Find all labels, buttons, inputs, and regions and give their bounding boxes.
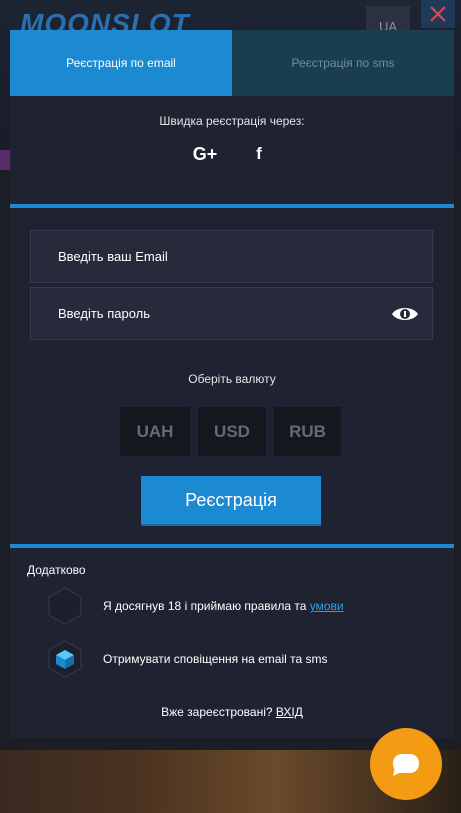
- password-field-wrapper: [30, 287, 433, 340]
- background-accent: [0, 150, 10, 170]
- registration-tabs: Реєстрація по email Реєстрація по sms: [10, 30, 454, 96]
- login-link[interactable]: ВХІД: [276, 705, 303, 719]
- email-field-wrapper: [30, 230, 433, 283]
- email-input[interactable]: [58, 249, 378, 264]
- currency-usd[interactable]: USD: [198, 407, 266, 456]
- terms-checkbox[interactable]: [48, 587, 82, 625]
- password-input[interactable]: [58, 306, 378, 321]
- notify-text: Отримувати сповіщення на email та sms: [103, 652, 328, 666]
- close-button[interactable]: [421, 0, 455, 28]
- currency-label: Оберіть валюту: [188, 372, 276, 386]
- chat-button[interactable]: [370, 728, 442, 800]
- facebook-button[interactable]: f: [245, 142, 273, 166]
- currency-selector: UAH USD RUB: [120, 407, 341, 456]
- currency-rub[interactable]: RUB: [274, 407, 341, 456]
- tab-sms-registration[interactable]: Реєстрація по sms: [232, 30, 454, 96]
- terms-checkbox-row: Я досягнув 18 і приймаю правила та умови: [48, 587, 344, 625]
- quick-signup-title: Швидка реєстрація через:: [159, 114, 305, 128]
- register-button[interactable]: Реєстрація: [141, 476, 321, 526]
- notify-checkbox[interactable]: [48, 640, 82, 678]
- close-icon: [430, 6, 446, 22]
- terms-link[interactable]: умови: [310, 599, 344, 613]
- terms-text: Я досягнув 18 і приймаю правила та умови: [103, 599, 344, 613]
- social-buttons: G+ f: [10, 142, 454, 166]
- registration-modal: Реєстрація по email Реєстрація по sms Шв…: [10, 30, 454, 738]
- chat-bubble-icon: [393, 754, 419, 776]
- notify-checkbox-row: Отримувати сповіщення на email та sms: [48, 640, 328, 678]
- section-divider: [10, 544, 454, 548]
- section-divider: [10, 204, 454, 208]
- eye-icon[interactable]: [390, 303, 420, 325]
- login-prompt: Вже зареєстровані? ВХІД: [161, 705, 303, 719]
- google-plus-button[interactable]: G+: [191, 142, 219, 166]
- facebook-icon: f: [256, 144, 262, 163]
- google-plus-icon: G+: [192, 143, 218, 164]
- tab-email-registration[interactable]: Реєстрація по email: [10, 30, 232, 96]
- extra-options-title: Додатково: [27, 563, 86, 577]
- currency-uah[interactable]: UAH: [120, 407, 190, 456]
